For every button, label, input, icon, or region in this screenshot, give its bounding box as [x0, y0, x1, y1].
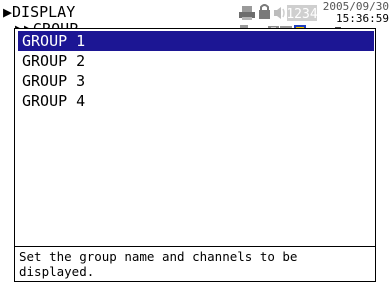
- time-display: 15:36:59: [336, 12, 389, 25]
- help-message: Set the group name and channels to be di…: [14, 246, 376, 282]
- lock-icon: [259, 4, 270, 19]
- printer-icon: [239, 6, 255, 20]
- memory-indicator: 1234: [286, 5, 318, 22]
- datetime: 2005/09/30 15:36:59: [323, 1, 389, 25]
- breadcrumb-level-1: ▶DISPLAY: [3, 3, 76, 21]
- group-item-3[interactable]: GROUP 3: [18, 71, 374, 91]
- memory-indicator-text: 1234: [286, 7, 317, 22]
- speaker-icon: [274, 7, 285, 19]
- group-item-1[interactable]: GROUP 1: [18, 31, 374, 51]
- group-list: GROUP 1 GROUP 2 GROUP 3 GROUP 4: [14, 28, 376, 264]
- group-item-4[interactable]: GROUP 4: [18, 91, 374, 111]
- group-item-2[interactable]: GROUP 2: [18, 51, 374, 71]
